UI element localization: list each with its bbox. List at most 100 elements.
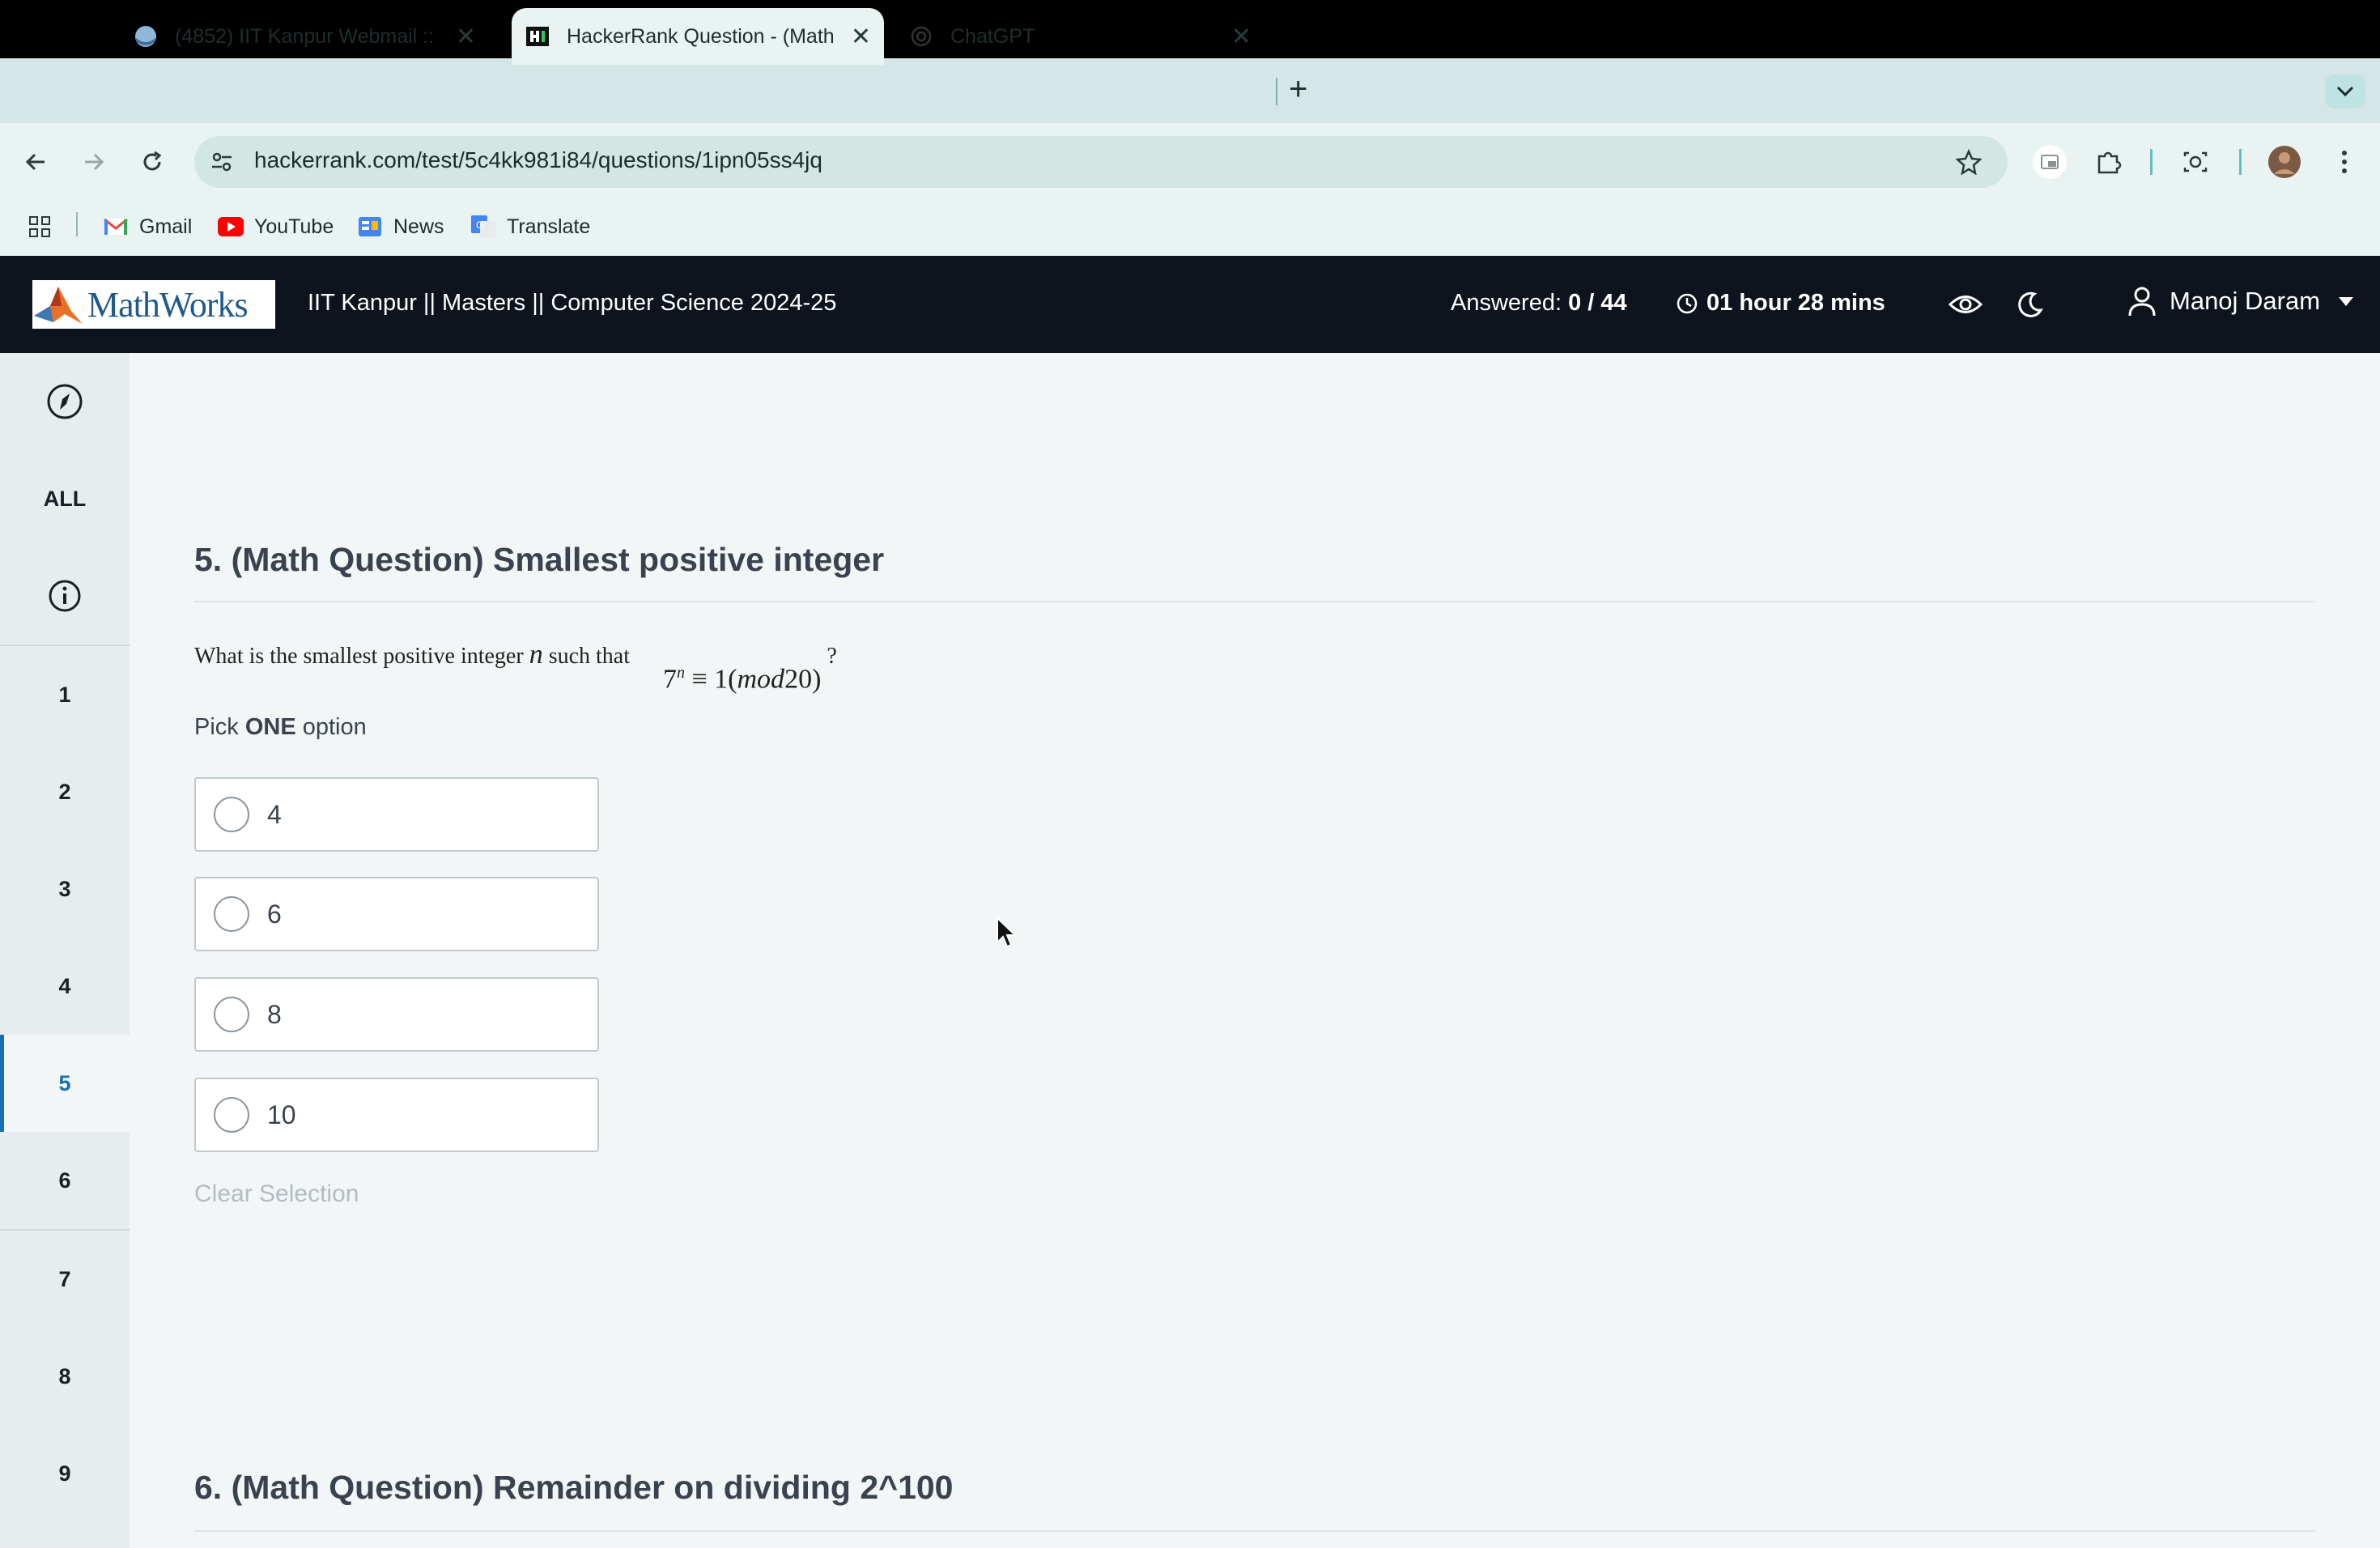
question-title: 5. (Math Question) Smallest positive int… bbox=[194, 541, 885, 578]
toolbar-separator bbox=[2239, 149, 2242, 175]
bookmark-label: YouTube bbox=[254, 215, 334, 238]
google-news-icon bbox=[356, 215, 384, 239]
option-label: 10 bbox=[267, 1099, 296, 1129]
moon-icon bbox=[2018, 291, 2043, 317]
option-label: 6 bbox=[267, 899, 282, 929]
radio-button[interactable] bbox=[214, 1097, 249, 1133]
sidebar-item-8[interactable]: 8 bbox=[0, 1328, 130, 1425]
option-label: 8 bbox=[267, 999, 282, 1029]
answer-option[interactable]: 6 bbox=[194, 877, 599, 951]
star-icon bbox=[1956, 149, 1982, 175]
kebab-menu-icon bbox=[2342, 151, 2347, 173]
tab-title: (4852) IIT Kanpur Webmail :: bbox=[175, 24, 434, 48]
question-title: 6. (Math Question) Remainder on dividing… bbox=[194, 1469, 954, 1506]
sidebar-item-6[interactable]: 6 bbox=[0, 1132, 130, 1229]
answer-option[interactable]: 8 bbox=[194, 977, 599, 1052]
logo-text: MathWorks bbox=[87, 284, 249, 325]
mouse-cursor-icon bbox=[996, 916, 1018, 953]
sidebar-info-button[interactable] bbox=[0, 547, 130, 644]
timer-value: 01 hour 28 mins bbox=[1706, 290, 1885, 316]
bookmark-youtube[interactable]: YouTube bbox=[217, 212, 334, 241]
bookmark-label: News bbox=[393, 215, 444, 238]
sidebar-item-9[interactable]: 9 bbox=[0, 1425, 130, 1522]
arrow-right-icon bbox=[85, 153, 104, 171]
tab-search-button[interactable] bbox=[2325, 74, 2365, 108]
sidebar-item-all[interactable]: ALL bbox=[0, 450, 130, 547]
hackerrank-icon bbox=[525, 23, 550, 49]
sidebar-item-3[interactable]: 3 bbox=[0, 840, 130, 938]
site-info-button[interactable] bbox=[202, 142, 241, 181]
user-menu[interactable]: Manoj Daram bbox=[2127, 285, 2354, 317]
tune-icon bbox=[212, 152, 232, 172]
question-divider bbox=[194, 601, 2315, 602]
apps-grid-icon bbox=[29, 216, 50, 237]
gmail-icon bbox=[102, 215, 130, 239]
bookmarks-separator bbox=[76, 212, 78, 236]
browser-tab-webmail[interactable]: (4852) IIT Kanpur Webmail :: ✕ bbox=[133, 8, 489, 65]
radio-button[interactable] bbox=[214, 997, 249, 1032]
camera-icon bbox=[2183, 151, 2208, 172]
question-text-suffix: ? bbox=[821, 644, 837, 669]
tab-title: ChatGPT bbox=[950, 24, 1035, 48]
mathworks-membrane-icon bbox=[34, 287, 83, 324]
dark-mode-toggle-button[interactable] bbox=[2012, 287, 2048, 322]
arrow-left-icon bbox=[25, 153, 45, 171]
new-tab-button[interactable]: + bbox=[1289, 71, 1307, 108]
bookmark-news[interactable]: News bbox=[356, 212, 444, 241]
google-translate-icon: G bbox=[470, 215, 497, 239]
info-icon bbox=[49, 580, 81, 612]
sidebar-item-2[interactable]: 2 bbox=[0, 743, 130, 840]
back-button[interactable] bbox=[16, 142, 55, 181]
question-text-prefix: What is the smallest positive integer bbox=[194, 644, 529, 669]
math-variable: n bbox=[529, 640, 543, 670]
forward-button[interactable] bbox=[74, 142, 113, 181]
url-text[interactable]: hackerrank.com/test/5c4kk981i84/question… bbox=[254, 147, 822, 173]
answered-label: Answered: bbox=[1451, 290, 1562, 316]
test-title: IIT Kanpur || Masters || Computer Scienc… bbox=[308, 290, 837, 316]
sidebar-compass-button[interactable] bbox=[0, 353, 130, 450]
caret-down-icon bbox=[2339, 297, 2354, 306]
radio-button[interactable] bbox=[214, 896, 249, 932]
profile-avatar-button[interactable] bbox=[2265, 142, 2304, 181]
close-tab-icon[interactable]: ✕ bbox=[851, 23, 871, 51]
sidebar-item-4[interactable]: 4 bbox=[0, 938, 130, 1035]
reload-icon bbox=[143, 151, 162, 171]
radio-button[interactable] bbox=[214, 797, 249, 832]
user-icon bbox=[2128, 287, 2156, 317]
browser-tab-chatgpt[interactable]: ChatGPT ✕ bbox=[908, 8, 1264, 65]
reload-button[interactable] bbox=[133, 142, 172, 181]
answer-option[interactable]: 4 bbox=[194, 777, 599, 852]
bookmark-translate[interactable]: G Translate bbox=[470, 212, 590, 241]
media-controls-button[interactable] bbox=[2030, 142, 2069, 181]
sidebar-item-1[interactable]: 1 bbox=[0, 646, 130, 743]
pick-instruction: Pick ONE option bbox=[194, 714, 367, 740]
option-label: 4 bbox=[267, 799, 282, 829]
screen-capture-button[interactable] bbox=[2176, 142, 2215, 181]
chevron-down-icon bbox=[2336, 86, 2354, 97]
browser-tab-hackerrank[interactable]: HackerRank Question - (Math ✕ bbox=[512, 8, 884, 65]
close-tab-icon[interactable]: ✕ bbox=[1231, 23, 1252, 51]
clock-icon bbox=[1677, 293, 1698, 313]
tab-separator bbox=[1276, 78, 1277, 105]
toolbar-separator bbox=[2150, 149, 2153, 175]
sidebar-item-7[interactable]: 7 bbox=[0, 1231, 130, 1328]
bookmark-gmail[interactable]: Gmail bbox=[102, 212, 192, 241]
extensions-button[interactable] bbox=[2089, 142, 2127, 181]
answer-option[interactable]: 10 bbox=[194, 1078, 599, 1152]
apps-button[interactable] bbox=[28, 212, 52, 241]
time-remaining: 01 hour 28 mins bbox=[1676, 290, 1885, 317]
question-divider bbox=[194, 1530, 2315, 1532]
puzzle-icon bbox=[2097, 151, 2122, 174]
browser-menu-button[interactable] bbox=[2325, 142, 2364, 181]
tab-title: HackerRank Question - (Math bbox=[567, 24, 834, 48]
eye-icon bbox=[1949, 296, 1983, 313]
chatgpt-icon bbox=[908, 23, 934, 49]
answered-count: Answered: 0 / 44 bbox=[1451, 290, 1627, 317]
visibility-toggle-button[interactable] bbox=[1948, 287, 1983, 322]
bookmark-star-button[interactable] bbox=[1949, 142, 1988, 181]
picture-in-picture-icon bbox=[2033, 145, 2067, 179]
clear-selection-button[interactable]: Clear Selection bbox=[194, 1180, 359, 1208]
bookmark-label: Gmail bbox=[139, 215, 193, 238]
sidebar-item-5[interactable]: 5 bbox=[0, 1035, 130, 1132]
close-tab-icon[interactable]: ✕ bbox=[456, 23, 476, 51]
